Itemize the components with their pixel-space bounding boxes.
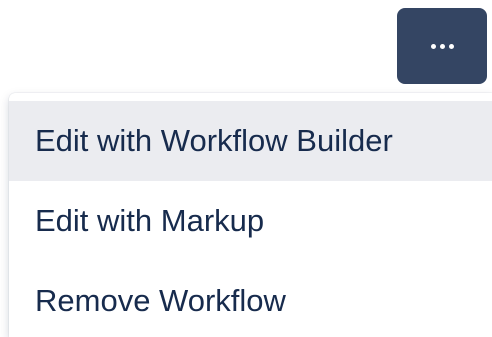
more-actions-button[interactable] (397, 8, 487, 84)
menu-item-remove-workflow[interactable]: Remove Workflow (9, 261, 492, 337)
dropdown-menu: Edit with Workflow Builder Edit with Mar… (9, 93, 492, 337)
more-horizontal-icon (430, 43, 454, 49)
menu-item-label: Edit with Workflow Builder (35, 123, 393, 158)
menu-item-label: Edit with Markup (35, 203, 265, 238)
menu-item-edit-with-workflow-builder[interactable]: Edit with Workflow Builder (9, 101, 492, 181)
menu-item-label: Remove Workflow (35, 283, 286, 318)
menu-item-edit-with-markup[interactable]: Edit with Markup (9, 181, 492, 261)
